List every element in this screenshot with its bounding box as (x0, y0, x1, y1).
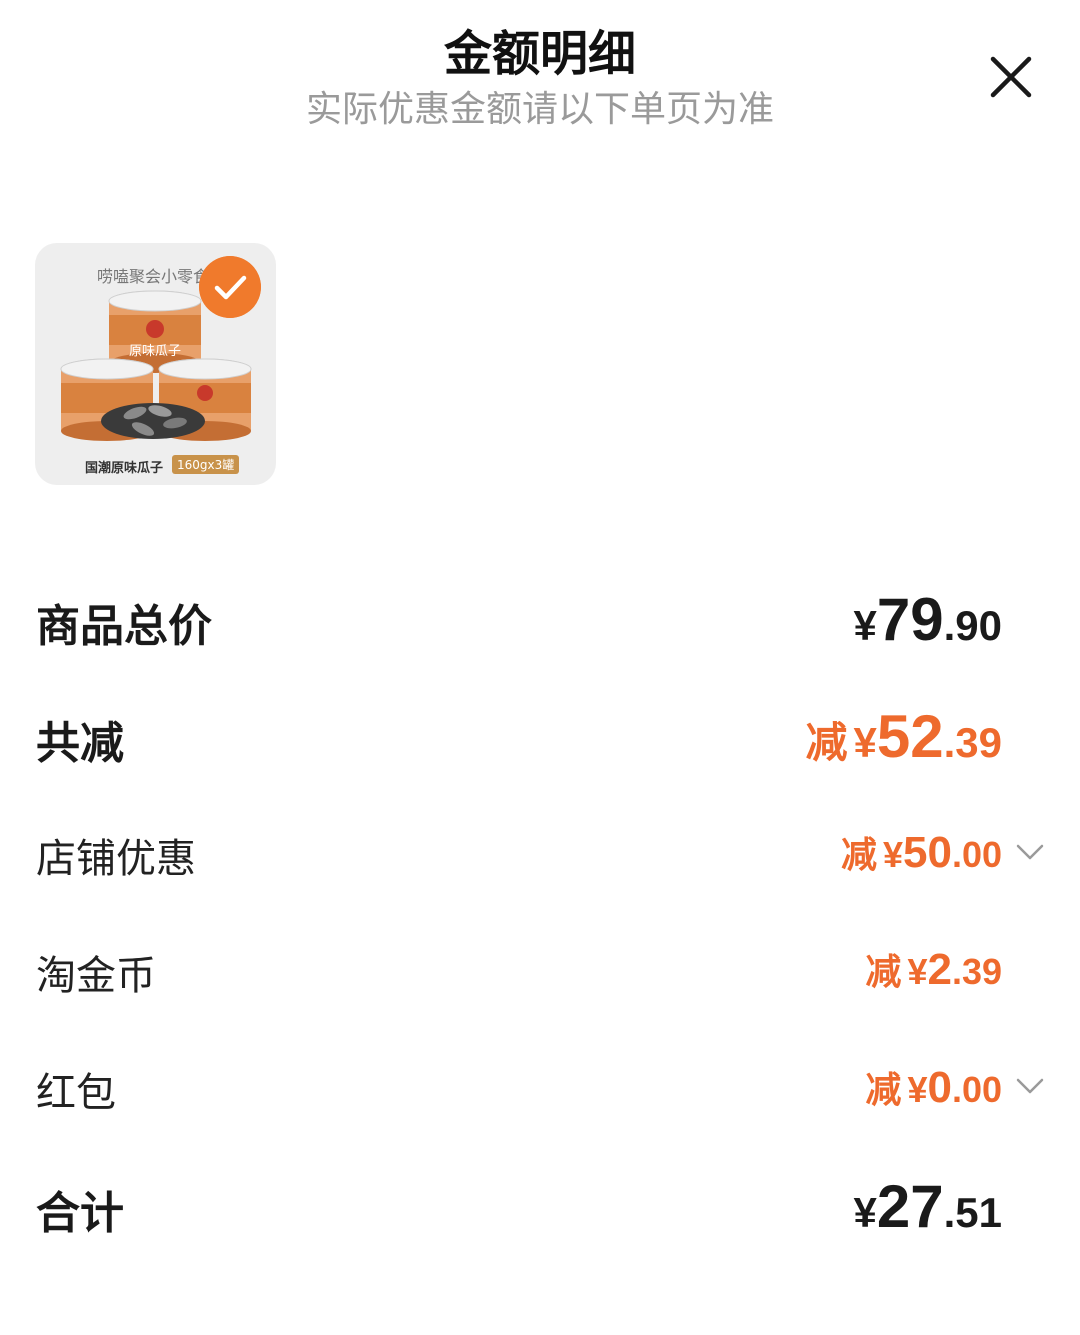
red-packet-label: 红包 (36, 1070, 116, 1116)
can-label: 原味瓜子 (129, 344, 181, 359)
red-packet-value[interactable]: 减 ¥0.00 (865, 1061, 1002, 1113)
product-image-tag: 160gx3罐 (172, 455, 240, 474)
store-discount-value[interactable]: 减 ¥50.00 (841, 826, 1002, 878)
page-subtitle: 实际优惠金额请以下单页为准 (305, 89, 774, 130)
total-price-value: ¥79.90 (853, 586, 1003, 653)
store-discount-label: 店铺优惠 (36, 836, 196, 882)
page-title: 金额明细 (443, 26, 636, 82)
taojin-coin-label: 淘金币 (36, 953, 156, 999)
chevron-down-icon[interactable] (1015, 842, 1045, 862)
product-image-name: 国潮原味瓜子 (85, 461, 164, 476)
grand-total-label: 合计 (36, 1188, 124, 1239)
close-icon[interactable] (986, 52, 1036, 102)
total-price-label: 商品总价 (36, 601, 212, 652)
grand-total-value: ¥27.51 (853, 1173, 1003, 1240)
taojin-coin-value: 减 ¥2.39 (865, 945, 1002, 994)
total-discount-value: 减 ¥52.39 (805, 703, 1002, 770)
total-discount-label: 共减 (36, 718, 124, 769)
chevron-down-icon[interactable] (1015, 1076, 1045, 1096)
checkmark-icon[interactable] (199, 256, 261, 318)
